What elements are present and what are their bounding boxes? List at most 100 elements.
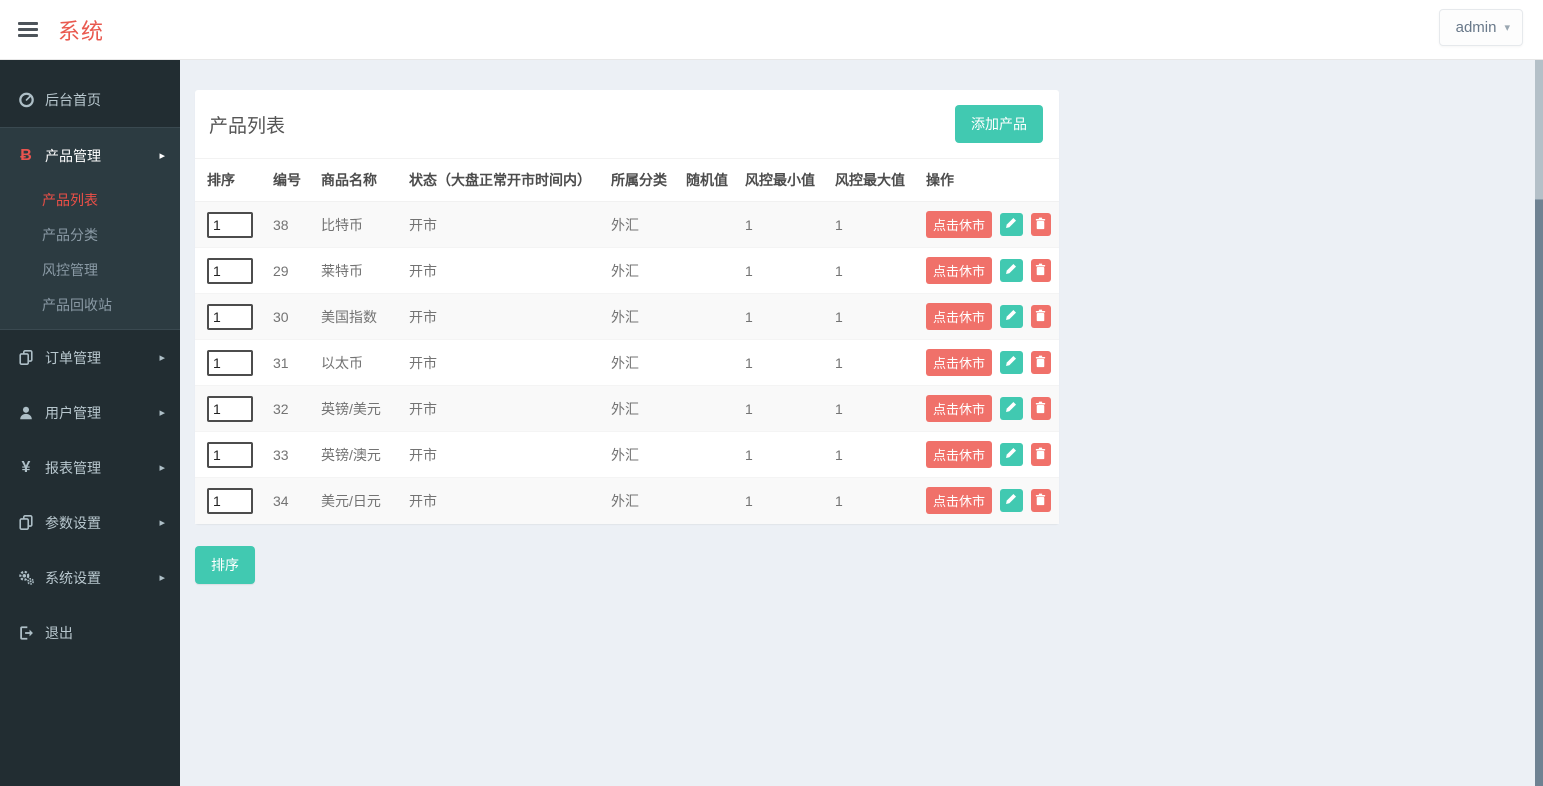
table-row: 30 美国指数 开市 外汇 1 1 点击休市 xyxy=(195,293,1059,340)
actions-cell: 点击休市 xyxy=(918,431,1059,478)
sidebar-item-parameter-settings[interactable]: 参数设置 ▸ xyxy=(0,495,180,550)
delete-button[interactable] xyxy=(1030,259,1051,282)
actions-cell: 点击休市 xyxy=(918,339,1059,386)
status-cell: 开市 xyxy=(401,247,603,294)
sidebar-item-label: 参数设置 xyxy=(45,514,101,531)
sidebar-item-logout[interactable]: 退出 xyxy=(0,605,180,660)
sidebar-group-product-management: Ƀ 产品管理 ▸ 产品列表 产品分类 风控管理 产品回收站 xyxy=(0,127,180,330)
chevron-down-icon: ▾ xyxy=(1504,22,1510,34)
delete-button[interactable] xyxy=(1030,397,1051,420)
sidebar-item-product-management[interactable]: Ƀ 产品管理 ▸ xyxy=(0,128,180,183)
edit-button[interactable] xyxy=(999,305,1023,328)
sort-button[interactable]: 排序 xyxy=(195,545,255,584)
files-icon xyxy=(15,349,37,366)
pencil-icon xyxy=(1005,401,1017,416)
close-market-button[interactable]: 点击休市 xyxy=(926,395,993,422)
risk-min-cell: 1 xyxy=(737,431,827,478)
sidebar-item-user-management[interactable]: 用户管理 ▸ xyxy=(0,385,180,440)
sort-input[interactable] xyxy=(207,395,253,422)
bitcoin-icon: Ƀ xyxy=(20,146,32,164)
edit-button[interactable] xyxy=(999,351,1023,374)
pencil-icon xyxy=(1005,217,1017,232)
trash-icon xyxy=(1035,263,1046,279)
sidebar-item-order-management[interactable]: 订单管理 ▸ xyxy=(0,330,180,385)
sidebar-item-product-category[interactable]: 产品分类 xyxy=(0,218,180,253)
col-header-category: 所属分类 xyxy=(603,159,678,202)
status-cell: 开市 xyxy=(401,477,603,524)
edit-button[interactable] xyxy=(999,489,1023,513)
sign-out-icon xyxy=(15,625,37,641)
sort-input[interactable] xyxy=(207,303,253,330)
sidebar-item-risk-management[interactable]: 风控管理 xyxy=(0,253,180,288)
sidebar-item-product-list[interactable]: 产品列表 xyxy=(0,183,180,218)
category-cell: 外汇 xyxy=(603,247,678,294)
delete-button[interactable] xyxy=(1030,351,1051,374)
table-row: 34 美元/日元 开市 外汇 1 1 点击休市 xyxy=(195,477,1059,524)
delete-button[interactable] xyxy=(1030,305,1051,328)
id-cell: 34 xyxy=(265,477,313,524)
sort-input[interactable] xyxy=(207,211,253,238)
risk-min-cell: 1 xyxy=(737,293,827,340)
sidebar-item-system-settings[interactable]: 系统设置 ▸ xyxy=(0,550,180,605)
delete-button[interactable] xyxy=(1030,443,1051,466)
actions-cell: 点击休市 xyxy=(918,477,1059,524)
files-icon xyxy=(15,514,37,531)
table-row: 33 英镑/澳元 开市 外汇 1 1 点击休市 xyxy=(195,431,1059,478)
sort-cell xyxy=(195,201,265,248)
sidebar-item-label: 用户管理 xyxy=(45,404,101,421)
content-area: 产品列表 添加产品 排序 编号 商品名称 状态（大盘正常开市时间内） 所属分类 … xyxy=(180,60,1535,786)
edit-button[interactable] xyxy=(999,259,1023,282)
user-dropdown[interactable]: admin ▾ xyxy=(1438,9,1523,46)
id-cell: 33 xyxy=(265,431,313,478)
random-cell xyxy=(678,431,737,478)
risk-max-cell: 1 xyxy=(827,201,918,248)
add-product-button[interactable]: 添加产品 xyxy=(955,105,1043,143)
sidebar-item-label: 报表管理 xyxy=(45,459,101,476)
risk-max-cell: 1 xyxy=(827,385,918,432)
edit-button[interactable] xyxy=(999,397,1023,420)
close-market-button[interactable]: 点击休市 xyxy=(926,211,993,238)
sidebar: 后台首页 Ƀ 产品管理 ▸ 产品列表 产品分类 风控管理 产品回收站 订单管理 … xyxy=(0,60,180,786)
sidebar-toggle-button[interactable] xyxy=(8,12,48,48)
sort-input[interactable] xyxy=(207,257,253,284)
random-cell xyxy=(678,385,737,432)
category-cell: 外汇 xyxy=(603,201,678,248)
edit-button[interactable] xyxy=(999,443,1023,466)
id-cell: 38 xyxy=(265,201,313,248)
yen-icon: ¥ xyxy=(21,458,31,476)
status-cell: 开市 xyxy=(401,385,603,432)
actions-cell: 点击休市 xyxy=(918,247,1059,294)
sidebar-item-report-management[interactable]: ¥ 报表管理 ▸ xyxy=(0,440,180,495)
pencil-icon xyxy=(1005,263,1017,278)
chevron-right-icon: ▸ xyxy=(159,572,165,584)
sidebar-item-dashboard[interactable]: 后台首页 xyxy=(0,72,180,127)
col-header-id: 编号 xyxy=(265,159,313,202)
close-market-button[interactable]: 点击休市 xyxy=(926,303,993,330)
close-market-button[interactable]: 点击休市 xyxy=(926,487,993,515)
sort-input[interactable] xyxy=(207,441,253,468)
delete-button[interactable] xyxy=(1030,213,1051,236)
scrollbar[interactable] xyxy=(1535,0,1543,786)
sort-input[interactable] xyxy=(207,349,253,376)
col-header-risk-min: 风控最小值 xyxy=(737,159,827,202)
dashboard-icon xyxy=(15,91,37,108)
id-cell: 30 xyxy=(265,293,313,340)
scrollbar-thumb[interactable] xyxy=(1535,55,1543,200)
close-market-button[interactable]: 点击休市 xyxy=(926,441,993,468)
chevron-right-icon: ▸ xyxy=(159,517,165,529)
delete-button[interactable] xyxy=(1030,489,1051,513)
col-header-name: 商品名称 xyxy=(313,159,401,202)
close-market-button[interactable]: 点击休市 xyxy=(926,257,993,284)
sidebar-item-label: 订单管理 xyxy=(45,349,101,366)
product-list-card: 产品列表 添加产品 排序 编号 商品名称 状态（大盘正常开市时间内） 所属分类 … xyxy=(195,90,1059,524)
sort-input[interactable] xyxy=(207,487,253,514)
pencil-icon xyxy=(1005,309,1017,324)
edit-button[interactable] xyxy=(999,213,1023,236)
close-market-button[interactable]: 点击休市 xyxy=(926,349,993,376)
sidebar-item-product-recycle-bin[interactable]: 产品回收站 xyxy=(0,288,180,323)
risk-max-cell: 1 xyxy=(827,247,918,294)
risk-min-cell: 1 xyxy=(737,339,827,386)
actions-cell: 点击休市 xyxy=(918,385,1059,432)
user-icon xyxy=(15,405,37,421)
sort-cell xyxy=(195,431,265,478)
